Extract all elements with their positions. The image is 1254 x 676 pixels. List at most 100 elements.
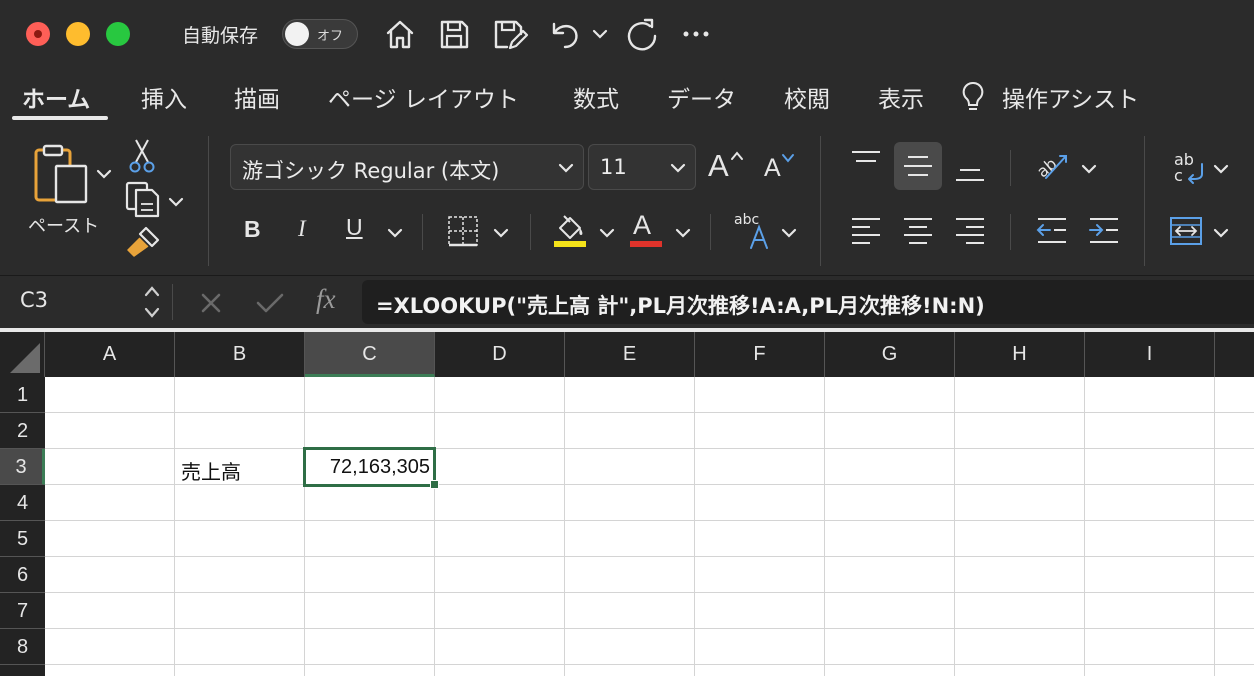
paste-icon[interactable] (30, 142, 92, 208)
column-header-d[interactable]: D (435, 332, 565, 377)
column-header-b[interactable]: B (175, 332, 305, 377)
font-name-select[interactable]: 游ゴシック Regular (本文) (230, 144, 584, 190)
name-box[interactable]: C3 (0, 276, 172, 328)
font-color-button[interactable]: A (630, 210, 664, 250)
ribbon-separator (710, 214, 711, 250)
fill-color-icon[interactable] (552, 212, 588, 248)
tab-view[interactable]: 表示 (878, 80, 924, 114)
font-size-select[interactable]: 11 (588, 144, 696, 190)
tab-review[interactable]: 校閲 (784, 80, 830, 114)
phonetic-dropdown-chevron-icon[interactable] (780, 224, 798, 242)
shrink-font-button[interactable]: A (764, 152, 802, 190)
tab-draw[interactable]: 描画 (234, 80, 280, 114)
row-header-9-partial[interactable] (0, 665, 45, 676)
row-header-5[interactable]: 5 (0, 521, 45, 557)
autosave-toggle[interactable]: オフ (282, 19, 358, 49)
tab-formulas[interactable]: 数式 (573, 80, 619, 114)
redo-icon[interactable] (622, 16, 662, 52)
cell-b3[interactable]: 売上高 (181, 456, 241, 485)
column-header-g[interactable]: G (825, 332, 955, 377)
tab-data[interactable]: データ (667, 80, 736, 114)
decrease-indent-icon[interactable] (1034, 214, 1070, 246)
row-header-1[interactable]: 1 (0, 377, 45, 413)
tab-insert[interactable]: 挿入 (141, 80, 187, 114)
align-center-icon[interactable] (900, 214, 936, 246)
worksheet-grid[interactable]: A B C D E F G H I 1 2 3 4 5 6 7 8 売上高 72… (0, 332, 1254, 676)
gridline (45, 592, 1254, 593)
wrap-text-button[interactable]: ab c (1172, 150, 1208, 190)
italic-button[interactable]: I (298, 216, 306, 242)
column-header-a[interactable]: A (45, 332, 175, 377)
formula-input[interactable]: =XLOOKUP("売上高 計",PL月次推移!A:A,PL月次推移!N:N) (362, 280, 1254, 324)
grow-font-button[interactable]: A (708, 148, 752, 188)
fill-handle[interactable] (430, 480, 439, 489)
row-header-4[interactable]: 4 (0, 485, 45, 521)
tab-home[interactable]: ホーム (22, 80, 90, 114)
underline-dropdown-chevron-icon[interactable] (386, 224, 404, 242)
zoom-window-button[interactable] (106, 22, 130, 46)
undo-dropdown-chevron-icon[interactable] (590, 16, 610, 52)
tab-page-layout[interactable]: ページ レイアウト (328, 80, 519, 114)
row-header-8[interactable]: 8 (0, 629, 45, 665)
column-header-e[interactable]: E (565, 332, 695, 377)
text-orientation-icon[interactable]: ab (1032, 144, 1072, 184)
gridline (1214, 377, 1215, 676)
row-header-7[interactable]: 7 (0, 593, 45, 629)
confirm-entry-icon[interactable] (254, 290, 286, 316)
caret-down-icon (782, 154, 794, 163)
orientation-dropdown-chevron-icon[interactable] (1080, 160, 1098, 178)
font-name-value: 游ゴシック Regular (本文) (242, 159, 500, 183)
cancel-entry-icon[interactable] (198, 290, 224, 316)
select-all-button[interactable] (0, 332, 45, 377)
merge-center-icon[interactable] (1168, 214, 1204, 248)
cell-c3[interactable]: 72,163,305 (305, 456, 430, 479)
column-header-c[interactable]: C (305, 332, 435, 377)
insert-function-button[interactable]: fx (316, 284, 336, 315)
merge-dropdown-chevron-icon[interactable] (1212, 224, 1230, 242)
minimize-window-button[interactable] (66, 22, 90, 46)
paste-dropdown-chevron-icon[interactable] (94, 164, 114, 184)
font-color-swatch (630, 241, 662, 247)
row-header-2[interactable]: 2 (0, 413, 45, 449)
column-header-f[interactable]: F (695, 332, 825, 377)
bold-button[interactable]: B (244, 216, 261, 243)
save-icon[interactable] (436, 16, 472, 52)
ribbon-separator (1010, 150, 1011, 186)
home-icon[interactable] (380, 16, 420, 52)
formula-bar: C3 fx =XLOOKUP("売上高 計",PL月次推移!A:A,PL月次推移… (0, 276, 1254, 328)
ribbon-separator (208, 136, 209, 266)
increase-indent-icon[interactable] (1086, 214, 1122, 246)
phonetic-a-icon (750, 224, 768, 249)
underline-button[interactable]: U (346, 214, 363, 241)
borders-icon[interactable] (446, 214, 480, 248)
more-options-icon[interactable] (678, 16, 714, 52)
column-header-h[interactable]: H (955, 332, 1085, 377)
row-header-3[interactable]: 3 (0, 449, 45, 485)
column-header-i[interactable]: I (1085, 332, 1215, 377)
shrink-font-letter: A (764, 154, 781, 182)
row-header-6[interactable]: 6 (0, 557, 45, 593)
close-window-button[interactable] (26, 22, 50, 46)
tab-tell-me[interactable]: 操作アシスト (1002, 80, 1139, 114)
align-right-icon[interactable] (952, 214, 988, 246)
align-bottom-icon[interactable] (952, 154, 988, 184)
copy-dropdown-chevron-icon[interactable] (166, 192, 186, 212)
scissors-icon[interactable] (128, 138, 156, 174)
align-left-icon[interactable] (848, 214, 884, 246)
format-painter-icon[interactable] (124, 224, 162, 260)
phonetic-guide-button[interactable]: abc (734, 212, 774, 252)
copy-icon[interactable] (124, 180, 162, 218)
font-color-letter: A (633, 210, 652, 240)
borders-dropdown-chevron-icon[interactable] (492, 224, 510, 242)
ribbon-separator (1010, 214, 1011, 250)
wrap-dropdown-chevron-icon[interactable] (1212, 160, 1230, 178)
font-size-value: 11 (600, 155, 627, 179)
undo-icon[interactable] (546, 16, 582, 52)
align-top-icon[interactable] (848, 148, 884, 178)
fill-color-dropdown-chevron-icon[interactable] (598, 224, 616, 242)
name-box-stepper-icon[interactable] (142, 282, 162, 322)
column-header-partial[interactable] (1215, 332, 1254, 377)
save-as-icon[interactable] (490, 16, 530, 52)
gridline (954, 377, 955, 676)
font-color-dropdown-chevron-icon[interactable] (674, 224, 692, 242)
